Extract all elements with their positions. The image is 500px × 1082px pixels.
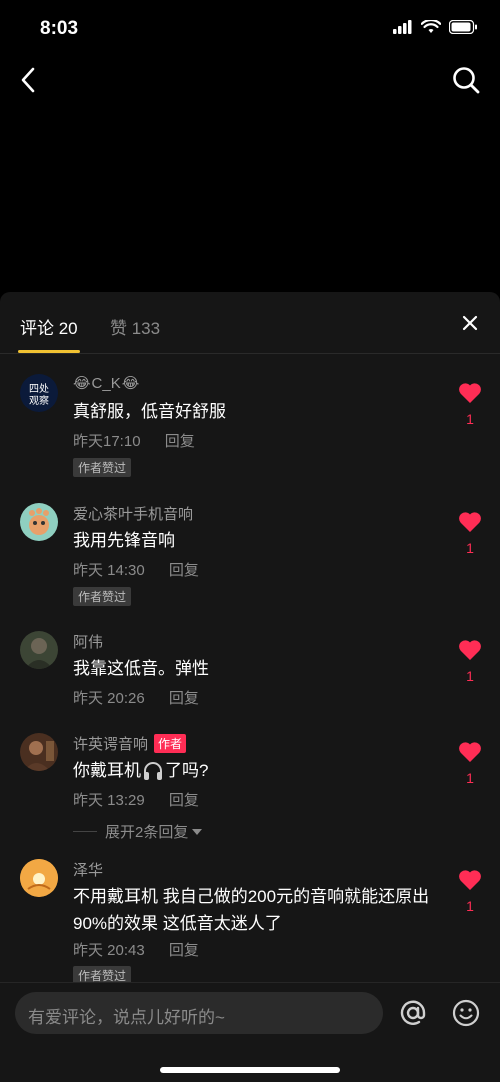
chevron-down-icon	[192, 828, 203, 835]
status-time: 8:03	[40, 18, 79, 39]
heart-icon	[459, 383, 481, 403]
comment-time: 昨天 13:29	[73, 792, 145, 809]
comment-text[interactable]: 不用戴耳机 我自己做的200元的音响就能还原出90%的效果 这低音太迷人了	[73, 883, 433, 937]
comment-input-bar: 有爱评论，说点儿好听的~	[0, 982, 500, 1082]
divider	[73, 831, 97, 832]
comment-time: 昨天 20:26	[73, 690, 145, 707]
like-button[interactable]: 1	[457, 869, 483, 914]
expand-replies-button[interactable]: 展开2条回复	[73, 821, 203, 842]
tab-likes[interactable]: 赞 133	[110, 314, 160, 339]
like-button[interactable]: 1	[457, 741, 483, 786]
comment-time: 昨天 20:43	[73, 942, 145, 959]
comment-text[interactable]: 你戴耳机 了吗?	[73, 757, 453, 784]
active-tab-indicator	[18, 350, 80, 353]
avatar[interactable]: 四处 观察	[20, 374, 58, 412]
reply-button[interactable]: 回复	[169, 690, 199, 707]
reply-button[interactable]: 回复	[169, 942, 199, 959]
headphones-icon	[144, 761, 162, 780]
comment-meta: 昨天 20:26 回复	[73, 687, 199, 708]
like-count: 1	[466, 668, 474, 684]
like-count: 1	[466, 411, 474, 427]
reply-button[interactable]: 回复	[169, 792, 199, 809]
comment-input[interactable]: 有爱评论，说点儿好听的~	[15, 992, 383, 1034]
heart-icon	[459, 742, 481, 762]
comment-item: 阿伟 我靠这低音。弹性 昨天 20:26 回复 1	[0, 631, 500, 721]
like-button[interactable]: 1	[457, 639, 483, 684]
reply-button[interactable]: 回复	[169, 562, 199, 579]
home-indicator	[160, 1067, 340, 1073]
avatar[interactable]	[20, 733, 58, 771]
wifi-icon	[421, 20, 441, 33]
comment-text[interactable]: 真舒服，低音好舒服	[73, 398, 453, 425]
comment-username[interactable]: 许英谔音响 作者	[73, 733, 187, 754]
comment-item: 爱心茶叶手机音响 我用先锋音响 昨天 14:30 回复 作者赞过 1	[0, 503, 500, 613]
avatar[interactable]	[20, 631, 58, 669]
tab-comments[interactable]: 评论 20	[20, 314, 78, 339]
heart-icon	[459, 640, 481, 660]
signal-icon	[393, 20, 412, 34]
status-bar: 8:03	[0, 0, 500, 58]
like-button[interactable]: 1	[457, 382, 483, 427]
like-count: 1	[466, 898, 474, 914]
svg-text:四处: 四处	[29, 383, 49, 395]
comment-time: 昨天17:10	[73, 433, 141, 450]
comments-panel: 评论 20 赞 133 四处 观察 😂 C_K 😂 真舒服，低音好舒服 昨天17…	[0, 292, 500, 1082]
comment-item: 四处 观察 😂 C_K 😂 真舒服，低音好舒服 昨天17:10 回复 作者赞过 …	[0, 374, 500, 484]
like-count: 1	[466, 540, 474, 556]
battery-icon	[449, 20, 477, 34]
search-icon[interactable]	[450, 64, 482, 96]
reply-button[interactable]: 回复	[165, 433, 195, 450]
emoji-icon[interactable]	[452, 999, 480, 1027]
avatar[interactable]	[20, 503, 58, 541]
author-tag: 作者	[154, 734, 187, 753]
heart-icon	[459, 870, 481, 890]
comment-meta: 昨天 13:29 回复	[73, 789, 199, 810]
comment-username[interactable]: 爱心茶叶手机音响	[73, 503, 193, 524]
comment-item: 泽华 不用戴耳机 我自己做的200元的音响就能还原出90%的效果 这低音太迷人了…	[0, 859, 500, 989]
comment-meta: 昨天 14:30 回复	[73, 559, 199, 580]
comment-username[interactable]: 泽华	[73, 859, 103, 880]
comment-meta: 昨天17:10 回复	[73, 430, 195, 451]
svg-text:观察: 观察	[29, 394, 49, 407]
heart-icon	[459, 512, 481, 532]
tab-bar: 评论 20 赞 133	[0, 292, 500, 354]
comment-item: 许英谔音响 作者 你戴耳机 了吗? 昨天 13:29 回复 1	[0, 733, 500, 823]
comment-username[interactable]: 😂 C_K 😂	[73, 374, 139, 393]
author-liked-badge: 作者赞过	[73, 587, 132, 606]
input-placeholder: 有爱评论，说点儿好听的~	[28, 1008, 225, 1027]
comment-text[interactable]: 我用先锋音响	[73, 527, 453, 554]
comment-meta: 昨天 20:43 回复	[73, 939, 199, 960]
avatar[interactable]	[20, 859, 58, 897]
comment-username[interactable]: 阿伟	[73, 631, 103, 652]
back-icon[interactable]	[16, 64, 44, 96]
comment-time: 昨天 14:30	[73, 562, 145, 579]
at-icon[interactable]	[398, 998, 428, 1028]
close-icon[interactable]	[460, 313, 480, 333]
like-button[interactable]: 1	[457, 511, 483, 556]
author-liked-badge: 作者赞过	[73, 458, 132, 477]
like-count: 1	[466, 770, 474, 786]
comment-text[interactable]: 我靠这低音。弹性	[73, 655, 453, 682]
